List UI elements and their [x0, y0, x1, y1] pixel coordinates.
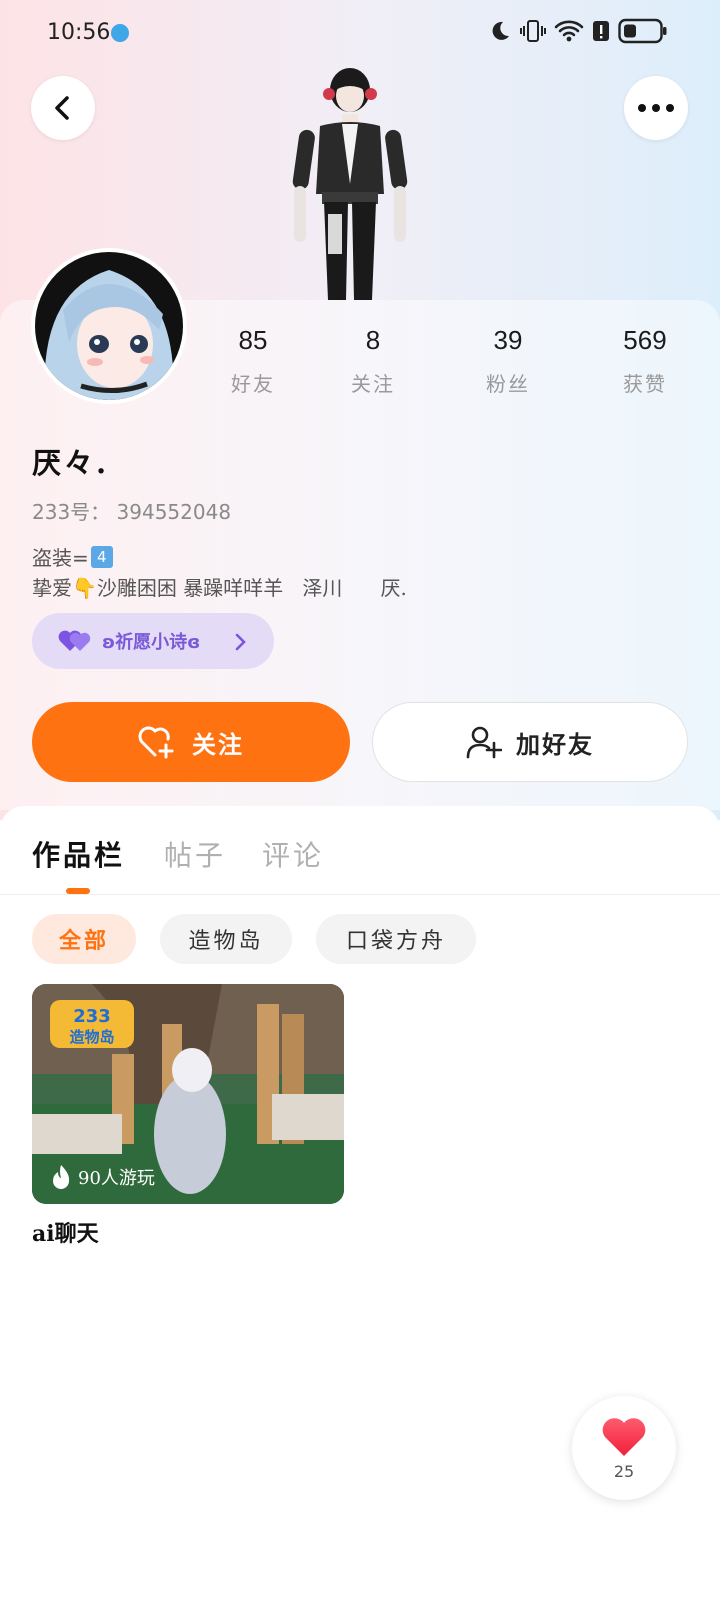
profile-tabs: 作品栏 帖子 评论 [0, 806, 720, 895]
work-card[interactable]: 233 造物岛 90人游玩 [32, 984, 344, 1204]
flame-icon [53, 1165, 70, 1189]
status-bar: 10:56 [0, 0, 720, 64]
add-friend-label: 加好友 [516, 730, 594, 759]
nickname: 厌々. [32, 446, 110, 480]
svg-text:造物岛: 造物岛 [69, 1028, 114, 1046]
vibrate-icon [520, 20, 546, 42]
filter-zaowudao[interactable]: 造物岛 [160, 914, 292, 964]
tag-label: ʚ祈愿小诗ɞ [102, 632, 201, 653]
work-play-count: 90人游玩 [50, 1164, 155, 1190]
follow-button[interactable]: 关注 [32, 702, 350, 782]
battery-icon [618, 18, 667, 44]
stat-label: 好友 [231, 372, 275, 396]
more-button[interactable] [624, 76, 688, 140]
chevron-left-icon [55, 96, 69, 120]
more-horizontal-icon [638, 104, 674, 112]
stat-fans[interactable]: 39 粉丝 [453, 325, 563, 397]
svg-text:233: 233 [73, 1006, 111, 1027]
filter-pocket-ark[interactable]: 口袋方舟 [316, 914, 476, 964]
avatar-character-image [292, 68, 408, 300]
stat-value: 569 [623, 325, 667, 355]
tab-comments[interactable]: 评论 [262, 834, 324, 874]
stat-following[interactable]: 8 关注 [318, 325, 428, 397]
stat-value: 39 [493, 325, 523, 355]
chevron-right-icon [235, 633, 246, 651]
profile-stats: 85 好友 8 关注 39 粉丝 569 获赞 [190, 325, 720, 405]
wifi-icon [554, 20, 584, 42]
add-user-icon [466, 726, 502, 759]
bio-line-1: 盗装= 4 [32, 542, 113, 571]
add-friend-button[interactable]: 加好友 [372, 702, 688, 782]
status-time: 10:56 [47, 20, 111, 45]
follow-label: 关注 [192, 730, 244, 759]
heart-icon [602, 1417, 646, 1456]
bio-text: 盗装= [32, 546, 89, 570]
avatar-image [35, 252, 183, 400]
bio-line-2: 挚爱👇沙雕困困 暴躁咩咩羊 泽川 厌. [32, 576, 407, 600]
app-notification-icon [111, 24, 129, 42]
stat-value: 8 [365, 325, 381, 355]
moon-icon [492, 21, 509, 40]
tab-indicator [66, 888, 90, 894]
stat-label: 粉丝 [486, 372, 530, 396]
tab-posts[interactable]: 帖子 [164, 834, 226, 874]
relationship-tag[interactable]: ʚ祈愿小诗ɞ [32, 613, 274, 669]
alert-icon [593, 21, 609, 41]
work-title[interactable]: ai聊天 [32, 1216, 99, 1248]
avatar[interactable] [31, 248, 187, 404]
heart-plus-icon [138, 726, 174, 759]
back-button[interactable] [31, 76, 95, 140]
stat-likes[interactable]: 569 获赞 [590, 325, 700, 397]
filter-all[interactable]: 全部 [32, 914, 136, 964]
status-icons [488, 18, 668, 44]
stat-label: 关注 [351, 372, 395, 396]
stat-value: 85 [238, 325, 268, 355]
user-id[interactable]: 233号： 394552048 [32, 496, 231, 525]
stat-label: 获赞 [623, 372, 667, 396]
like-floating-button[interactable]: 25 [572, 1396, 676, 1500]
play-count-text: 90人游玩 [78, 1168, 155, 1189]
tab-works[interactable]: 作品栏 [32, 834, 125, 874]
keycap-emoji: 4 [90, 545, 113, 568]
like-count: 25 [613, 1461, 635, 1481]
double-heart-icon [58, 630, 91, 651]
stat-friends[interactable]: 85 好友 [198, 325, 308, 397]
